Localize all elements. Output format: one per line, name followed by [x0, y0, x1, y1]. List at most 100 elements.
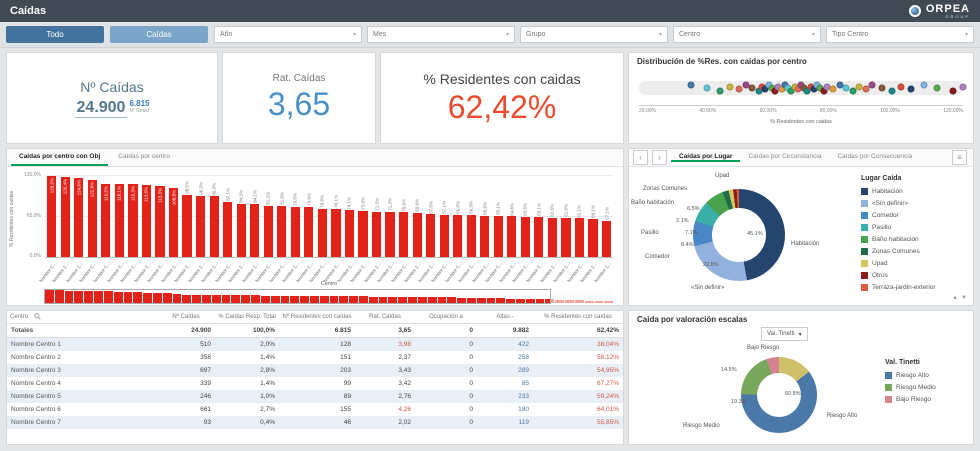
bar[interactable]: 63,6% [520, 203, 530, 257]
center-dot[interactable] [716, 87, 724, 95]
bar[interactable]: 65,6% [480, 202, 490, 257]
bar-column[interactable]: 84,5% [234, 175, 248, 257]
column-header-centro[interactable]: Centro [7, 311, 157, 325]
bar[interactable]: 84,5% [236, 190, 246, 257]
bar-column[interactable]: 113,6% [140, 175, 154, 257]
bar-column[interactable]: 69,6% [410, 175, 424, 257]
legend-item[interactable]: Otros [861, 269, 936, 281]
bar[interactable]: 79,0% [304, 193, 314, 257]
bar-column[interactable]: 70,6% [397, 175, 411, 257]
filter-field-mes[interactable]: Mes ▾ [367, 26, 515, 43]
bar-column[interactable]: 76,6% [316, 175, 330, 257]
table-row[interactable]: Nombre Centro 2 358 1,4% 151 2,37 0 258 58,12% [7, 351, 623, 364]
legend-item[interactable]: «Sin definir» [861, 197, 936, 209]
bar-column[interactable]: 66,6% [451, 175, 465, 257]
bar[interactable]: 122,6% [87, 179, 97, 257]
bar[interactable]: 70,6% [398, 199, 409, 257]
table-row[interactable]: Nombre Centro 4 339 1,4% 99 3,42 0 85 67,27% [7, 377, 623, 390]
filter-field-tipo-centro[interactable]: Tipo Centro ▾ [826, 26, 974, 43]
bar-column[interactable]: 62,6% [546, 175, 560, 257]
column-header[interactable]: % Caídas Resp. Total [215, 311, 279, 325]
bar[interactable]: 126,4% [60, 177, 70, 257]
center-dot[interactable] [888, 87, 896, 95]
legend-item[interactable]: Riesgo Medio [885, 381, 936, 393]
bar-column[interactable]: 64,6% [505, 175, 519, 257]
column-header[interactable]: % Residentes con caídas [533, 311, 623, 325]
bar-column[interactable]: 63,6% [519, 175, 533, 257]
bar-column[interactable]: 66,3% [464, 175, 478, 257]
legend-pager[interactable]: ▲ ▼ [952, 295, 967, 301]
bar-column[interactable]: 113,3% [153, 175, 167, 257]
bar-column[interactable]: 96,3% [207, 175, 221, 257]
nav-next-button[interactable]: › [652, 150, 667, 165]
filter-field-grupo[interactable]: Grupo ▾ [520, 26, 668, 43]
bar[interactable]: 61,1% [574, 205, 585, 257]
legend-item[interactable]: Terraza-jardin-exterior [861, 281, 936, 293]
bar[interactable]: 81,0% [277, 192, 287, 257]
bar[interactable]: 84,1% [250, 190, 260, 257]
bar-column[interactable]: 122,6% [86, 175, 100, 257]
center-dot[interactable] [687, 81, 695, 89]
mini-bars[interactable] [44, 289, 614, 304]
center-dot[interactable] [878, 84, 886, 92]
bar[interactable]: 76,1% [331, 195, 341, 257]
legend-item[interactable]: Bajo Riesgo [885, 393, 936, 405]
bar[interactable]: 67,1% [439, 201, 449, 257]
bar-column[interactable]: 87,1% [221, 175, 235, 257]
center-dot[interactable] [868, 81, 876, 89]
column-header[interactable]: Rat. Caídas [355, 311, 415, 325]
legend-menu-icon[interactable]: ≡ [952, 150, 967, 165]
bar[interactable]: 57,1% [601, 207, 612, 257]
bar-column[interactable]: 128,5% [45, 175, 59, 257]
bar-column[interactable]: 116,5% [99, 175, 113, 257]
bar[interactable]: 124,6% [74, 178, 84, 257]
bar-column[interactable]: 76,1% [329, 175, 343, 257]
bar-column[interactable]: 79,0% [302, 175, 316, 257]
table-row[interactable]: Nombre Centro 3 697 2,8% 203 3,43 0 289 54,95% [7, 364, 623, 378]
bar[interactable]: 66,3% [466, 201, 476, 257]
legend-item[interactable]: Baño habitación [861, 233, 936, 245]
bar-column[interactable]: 57,1% [600, 175, 614, 257]
center-dot[interactable] [897, 83, 905, 91]
bar-column[interactable]: 108,9% [167, 175, 181, 257]
bar[interactable]: 113,3% [155, 185, 165, 257]
bar[interactable]: 66,6% [453, 201, 463, 257]
bar[interactable]: 98,5% [182, 181, 192, 257]
tab-caídas-por-centro[interactable]: Caídas por centro [110, 149, 178, 166]
center-dot[interactable] [920, 81, 928, 89]
legend-scroll-down-icon[interactable]: ▼ [961, 295, 967, 301]
filter-field-centro[interactable]: Centro ▾ [673, 26, 821, 43]
bar-column[interactable]: 79,6% [289, 175, 303, 257]
bar[interactable]: 65,1% [493, 202, 503, 257]
bar-column[interactable]: 61,6% [559, 175, 573, 257]
legend-item[interactable]: Upad [861, 257, 936, 269]
tab-caídas-por-lugar[interactable]: Caídas por Lugar [671, 153, 741, 162]
bar-column[interactable]: 115,3% [126, 175, 140, 257]
todo-button[interactable]: Todo [6, 26, 104, 43]
bar[interactable]: 128,5% [47, 175, 57, 257]
bar[interactable]: 67,6% [426, 201, 436, 257]
bar-column[interactable]: 74,1% [343, 175, 357, 257]
bar[interactable]: 81,2% [263, 192, 273, 257]
bar-column[interactable]: 124,6% [72, 175, 86, 257]
filter-field-año[interactable]: Año ▾ [214, 26, 362, 43]
bar[interactable]: 74,1% [344, 197, 355, 257]
center-dot[interactable] [933, 84, 941, 92]
bar-column[interactable]: 67,1% [437, 175, 451, 257]
bar-column[interactable]: 67,6% [424, 175, 438, 257]
bar[interactable]: 96,5% [196, 182, 206, 257]
legend-item[interactable]: Riesgo Alto [885, 369, 936, 381]
tab-caídas-por-centro-con-obj[interactable]: Caídas por centro con Obj [11, 149, 109, 166]
table-row-totals[interactable]: Totales 24.900 100,0% 6.815 3,65 0 9.882 62,42% [7, 323, 623, 339]
bar[interactable]: 71,5% [371, 198, 382, 257]
bar[interactable]: 76,6% [317, 195, 327, 257]
bar-column[interactable]: 98,5% [180, 175, 194, 257]
table-row[interactable]: Nombre Centro 5 246 1,0% 89 2,76 0 233 59,24% [7, 390, 623, 404]
bar-column[interactable]: 96,5% [194, 175, 208, 257]
nav-prev-button[interactable]: ‹ [633, 150, 648, 165]
tab-caídas-por-consecuencia[interactable]: Caídas por Consecuencia [829, 153, 920, 162]
center-dot[interactable] [703, 84, 711, 92]
bar[interactable]: 87,1% [223, 188, 233, 257]
column-header[interactable]: Nº Caídas [157, 311, 215, 325]
bar[interactable]: 62,6% [547, 204, 558, 257]
